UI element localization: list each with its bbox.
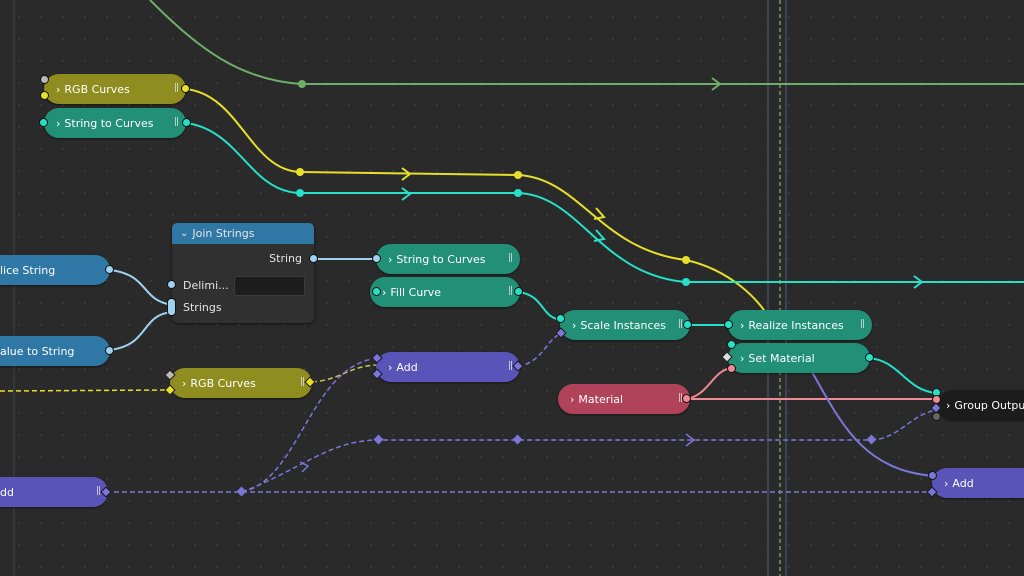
- chevron-right-icon[interactable]: ›: [388, 253, 392, 266]
- delimiter-input[interactable]: [234, 276, 305, 296]
- output-socket[interactable]: [865, 353, 874, 362]
- input-socket[interactable]: [724, 320, 733, 329]
- grip-icon[interactable]: ||: [860, 319, 865, 329]
- output-socket[interactable]: [682, 394, 691, 403]
- chevron-right-icon[interactable]: ›: [740, 319, 744, 332]
- chevron-right-icon[interactable]: ›: [946, 399, 950, 412]
- add-node-left[interactable]: dd ||: [0, 477, 108, 507]
- material-node[interactable]: › Material ||: [558, 384, 690, 414]
- output-socket[interactable]: [105, 346, 114, 355]
- rgb-curves-node-mid[interactable]: › RGB Curves ||: [170, 368, 312, 398]
- chevron-down-icon[interactable]: ⌄: [180, 228, 188, 239]
- node-title: String to Curves: [396, 252, 486, 266]
- node-title: String to Curves: [64, 116, 154, 130]
- node-title: RGB Curves: [64, 82, 130, 96]
- scale-instances-node[interactable]: › Scale Instances ||: [560, 310, 690, 340]
- chevron-right-icon[interactable]: ›: [740, 352, 744, 365]
- add-node-right[interactable]: › Add: [932, 468, 1024, 498]
- node-title: Add: [952, 476, 974, 490]
- chevron-right-icon[interactable]: ›: [182, 377, 186, 390]
- slice-string-node[interactable]: lice String: [0, 255, 110, 285]
- string-to-curves-node-mid[interactable]: › String to Curves ||: [376, 244, 520, 274]
- input-socket[interactable]: [928, 471, 937, 480]
- input-socket[interactable]: [372, 254, 381, 263]
- chevron-right-icon[interactable]: ›: [382, 286, 386, 299]
- input-socket[interactable]: [167, 280, 176, 289]
- node-title: Add: [396, 360, 418, 374]
- input-socket[interactable]: [727, 340, 736, 349]
- node-title: Material: [578, 392, 624, 406]
- node-title: Join Strings: [192, 227, 255, 240]
- input-socket[interactable]: [372, 287, 381, 296]
- node-title: Set Material: [748, 351, 815, 365]
- join-strings-node[interactable]: ⌄ Join Strings String Delimi... Strings: [172, 223, 314, 323]
- output-socket[interactable]: [105, 265, 114, 274]
- node-title: RGB Curves: [190, 376, 256, 390]
- output-label: String: [269, 252, 302, 265]
- input-socket[interactable]: [727, 364, 736, 373]
- grip-icon[interactable]: ||: [508, 286, 513, 296]
- input-socket[interactable]: [39, 118, 48, 127]
- chevron-right-icon[interactable]: ›: [572, 319, 576, 332]
- chevron-right-icon[interactable]: ›: [388, 361, 392, 374]
- output-socket[interactable]: [309, 254, 318, 263]
- input-socket[interactable]: [40, 91, 49, 100]
- node-title: alue to String: [0, 344, 75, 358]
- delimiter-label: Delimi...: [183, 279, 229, 292]
- output-socket[interactable]: [182, 118, 191, 127]
- node-title: Realize Instances: [748, 318, 844, 332]
- input-socket[interactable]: [40, 75, 49, 84]
- node-title: Scale Instances: [580, 318, 667, 332]
- grip-icon[interactable]: ||: [678, 319, 683, 329]
- add-node-mid[interactable]: › Add ||: [376, 352, 520, 382]
- strings-label: Strings: [183, 301, 222, 314]
- output-socket[interactable]: [683, 320, 692, 329]
- grip-icon[interactable]: ||: [174, 83, 179, 93]
- node-title: Fill Curve: [390, 285, 442, 299]
- realize-instances-node[interactable]: › Realize Instances ||: [728, 310, 872, 340]
- chevron-right-icon[interactable]: ›: [944, 477, 948, 490]
- join-strings-header[interactable]: ⌄ Join Strings: [172, 223, 314, 244]
- fill-curve-node[interactable]: › Fill Curve ||: [370, 277, 520, 307]
- grip-icon[interactable]: ||: [508, 253, 513, 263]
- grip-icon[interactable]: ||: [174, 117, 179, 127]
- rgb-curves-node-top[interactable]: › RGB Curves ||: [44, 74, 186, 104]
- chevron-right-icon[interactable]: ›: [56, 83, 60, 96]
- node-title: dd: [0, 485, 14, 499]
- set-material-node[interactable]: › Set Material: [728, 343, 870, 373]
- group-output-node[interactable]: › Group Output: [938, 390, 1024, 420]
- node-title: Group Output: [954, 398, 1024, 412]
- chevron-right-icon[interactable]: ›: [570, 393, 574, 406]
- output-socket[interactable]: [181, 84, 190, 93]
- string-to-curves-node-top[interactable]: › String to Curves ||: [44, 108, 186, 138]
- node-title: lice String: [0, 263, 56, 277]
- input-socket-multi[interactable]: [167, 298, 176, 316]
- output-socket[interactable]: [514, 287, 523, 296]
- input-socket[interactable]: [556, 314, 565, 323]
- chevron-right-icon[interactable]: ›: [56, 117, 60, 130]
- value-to-string-node[interactable]: alue to String: [0, 336, 110, 366]
- input-socket-empty[interactable]: [932, 412, 941, 421]
